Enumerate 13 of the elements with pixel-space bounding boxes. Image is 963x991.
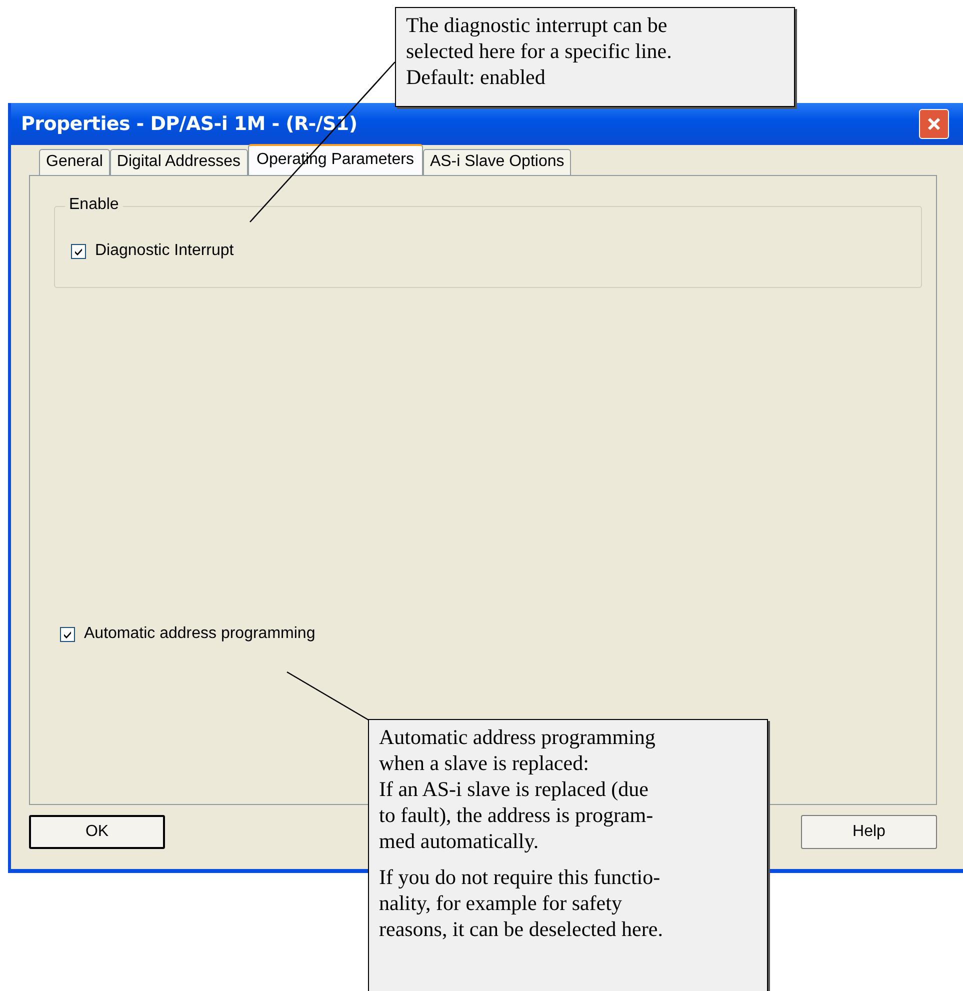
tab[interactable]: AS-i Slave Options	[422, 149, 572, 175]
checkbox-label: Diagnostic Interrupt	[95, 242, 234, 260]
checkbox-label: Automatic address programming	[84, 625, 316, 643]
dialog-button[interactable]: Help	[801, 815, 937, 849]
callout-text: The diagnostic interrupt can be selected here for a specific line. Default: enabled	[406, 12, 673, 90]
tab[interactable]: General	[39, 149, 110, 175]
checkbox[interactable]	[71, 244, 86, 258]
dialog-button[interactable]: OK	[29, 815, 165, 849]
tab[interactable]: Digital Addresses	[110, 149, 248, 175]
checkbox[interactable]	[60, 626, 75, 642]
callout-text: Automatic address programming when a slave is replaced: If an AS-i slave is replaced (due to fault), the address is program- med automatically.	[379, 724, 656, 854]
close-button[interactable]	[919, 109, 949, 139]
callout-text: If you do not require this functio- nality, for example for safety reasons, it can be deselected here.	[379, 864, 664, 942]
